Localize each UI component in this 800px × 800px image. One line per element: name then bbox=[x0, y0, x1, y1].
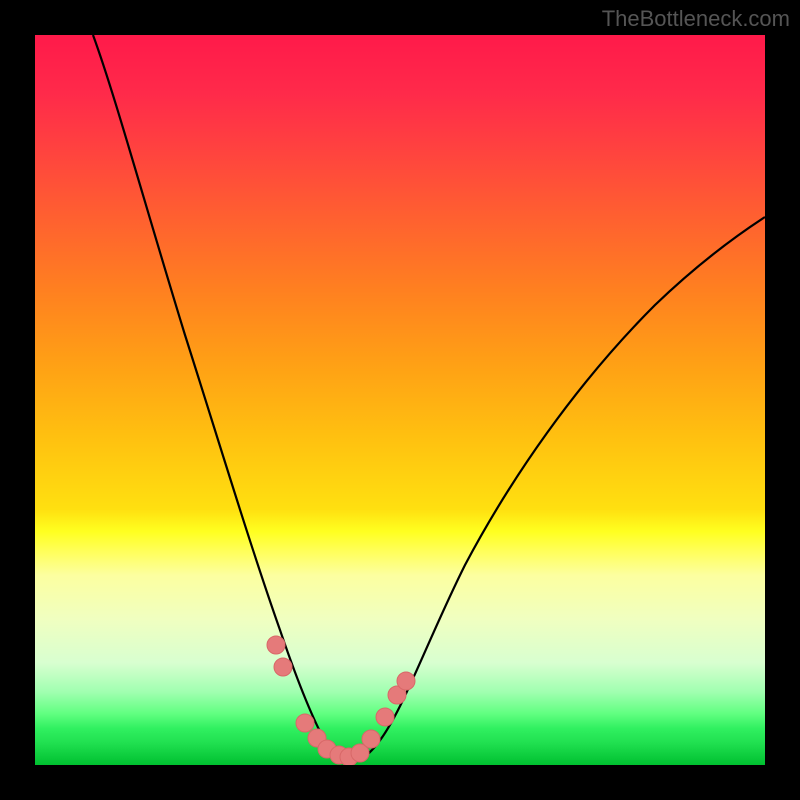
plot-area bbox=[35, 35, 765, 765]
watermark-text: TheBottleneck.com bbox=[602, 6, 790, 32]
bottleneck-curve bbox=[93, 35, 765, 760]
marker-dot bbox=[376, 708, 394, 726]
chart-container: TheBottleneck.com bbox=[0, 0, 800, 800]
marker-dot bbox=[267, 636, 285, 654]
marker-dot bbox=[296, 714, 314, 732]
marker-dot bbox=[397, 672, 415, 690]
curve-svg bbox=[35, 35, 765, 765]
marker-dot bbox=[362, 730, 380, 748]
marker-dot bbox=[274, 658, 292, 676]
